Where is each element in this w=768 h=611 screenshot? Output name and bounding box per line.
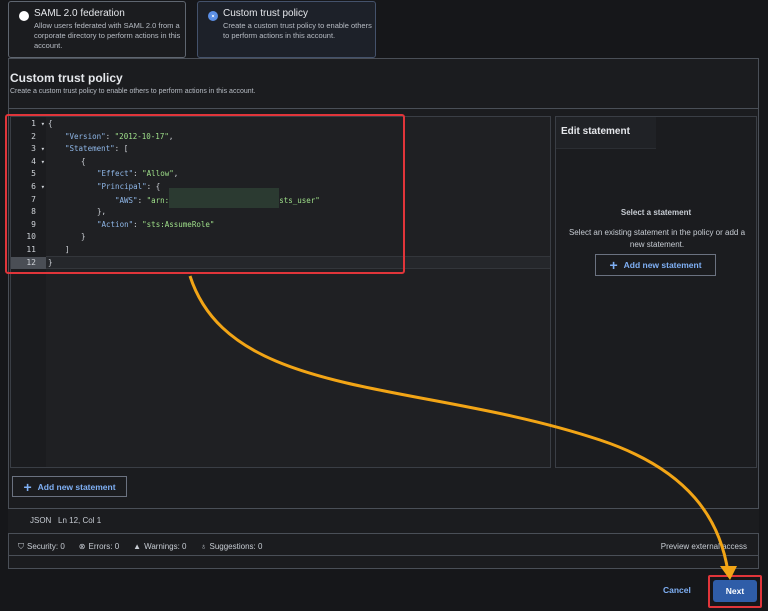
annotation-arrow [188, 275, 737, 580]
